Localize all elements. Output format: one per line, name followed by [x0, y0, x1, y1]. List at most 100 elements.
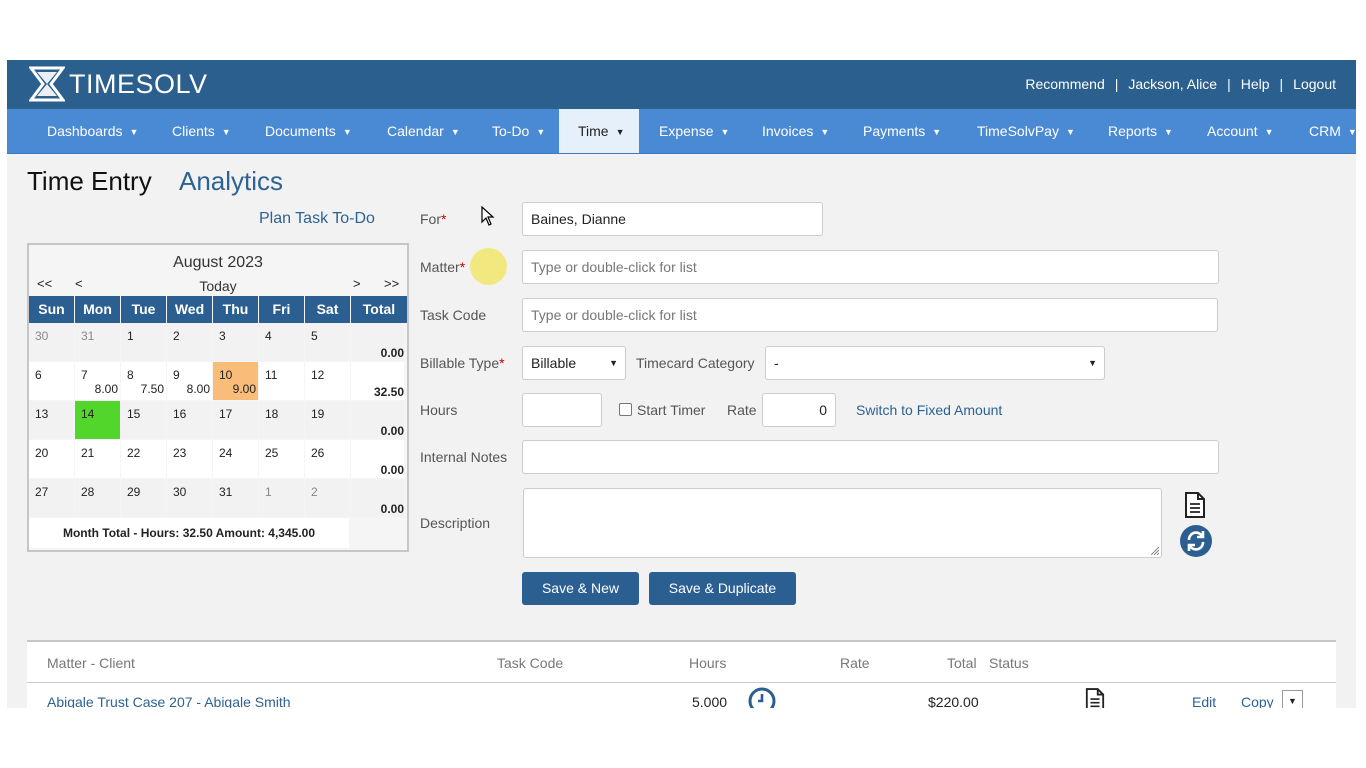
nav-account[interactable]: Account ▼	[1207, 109, 1274, 153]
calendar-day[interactable]: 2	[305, 479, 350, 517]
save-duplicate-button[interactable]: Save & Duplicate	[649, 572, 796, 605]
week-total: 0.00	[351, 440, 404, 478]
timer-clock-icon[interactable]	[747, 686, 777, 708]
task-code-input[interactable]: Type or double-click for list	[522, 298, 1218, 332]
calendar-day[interactable]: 9 8.00	[167, 362, 212, 400]
calendar-day[interactable]: 6	[29, 362, 74, 400]
day-number: 12	[311, 368, 325, 382]
for-input[interactable]: Baines, Dianne	[522, 202, 823, 236]
nav-timesolvpay[interactable]: TimeSolvPay ▼	[977, 109, 1075, 153]
column-header-hours[interactable]: Hours	[689, 655, 726, 671]
refresh-icon[interactable]	[1180, 525, 1212, 557]
row-actions-dropdown[interactable]: ▼	[1282, 690, 1303, 708]
calendar-day[interactable]: 27	[29, 479, 74, 517]
calendar-day[interactable]: 25	[259, 440, 304, 478]
calendar-day[interactable]: 10 9.00	[213, 362, 258, 400]
logo[interactable]: TIMESOLV	[29, 66, 208, 102]
internal-notes-input[interactable]	[522, 440, 1219, 474]
column-header-task-code[interactable]: Task Code	[497, 655, 563, 671]
row-document-icon[interactable]	[1085, 688, 1105, 708]
matter-input[interactable]: Type or double-click for list	[522, 250, 1219, 284]
day-hours: 7.50	[140, 382, 164, 396]
calendar-day[interactable]: 12	[305, 362, 350, 400]
nav-documents[interactable]: Documents ▼	[265, 109, 352, 153]
calendar-day[interactable]: 1	[259, 479, 304, 517]
calendar-day[interactable]: 1	[121, 323, 166, 361]
calendar-day[interactable]: 28	[75, 479, 120, 517]
row-edit-link[interactable]: Edit	[1192, 694, 1216, 708]
tab-analytics[interactable]: Analytics	[179, 166, 283, 197]
calendar-day[interactable]: 7 8.00	[75, 362, 120, 400]
calendar-day[interactable]: 13	[29, 401, 74, 439]
calendar-next-button[interactable]: >	[353, 276, 361, 291]
day-number: 31	[81, 329, 95, 343]
user-name-link[interactable]: Jackson, Alice	[1128, 76, 1217, 92]
document-template-icon[interactable]	[1184, 492, 1206, 518]
hours-input[interactable]	[522, 393, 602, 427]
calendar-day[interactable]: 21	[75, 440, 120, 478]
calendar-day[interactable]: 20	[29, 440, 74, 478]
nav-time[interactable]: Time ▼	[559, 109, 639, 153]
calendar-day[interactable]: 24	[213, 440, 258, 478]
calendar-day[interactable]: 11	[259, 362, 304, 400]
rate-input[interactable]: 0	[762, 393, 836, 427]
calendar-day[interactable]: 30	[167, 479, 212, 517]
column-header-matter-client[interactable]: Matter - Client	[47, 655, 135, 671]
plan-task-todo-link[interactable]: Plan Task To-Do	[259, 210, 375, 228]
calendar-day[interactable]: 2	[167, 323, 212, 361]
calendar-day[interactable]: 22	[121, 440, 166, 478]
logout-link[interactable]: Logout	[1293, 76, 1336, 92]
switch-fixed-amount-link[interactable]: Switch to Fixed Amount	[856, 402, 1002, 418]
nav-crm[interactable]: CRM ▼	[1309, 109, 1356, 153]
nav-dashboards[interactable]: Dashboards ▼	[47, 109, 138, 153]
column-header-status[interactable]: Status	[989, 655, 1029, 671]
nav-expense[interactable]: Expense ▼	[659, 109, 729, 153]
row-copy-link[interactable]: Copy	[1241, 694, 1274, 708]
caret-down-icon: ▼	[1164, 127, 1173, 137]
table-header-divider	[27, 682, 1336, 683]
timecard-category-select[interactable]: - ▼	[765, 346, 1105, 380]
task-code-label: Task Code	[420, 307, 487, 323]
nav-todo[interactable]: To-Do ▼	[492, 109, 545, 153]
calendar-day[interactable]: 19	[305, 401, 350, 439]
nav-payments[interactable]: Payments ▼	[863, 109, 941, 153]
calendar-day[interactable]: 15	[121, 401, 166, 439]
calendar-day[interactable]: 23	[167, 440, 212, 478]
description-textarea[interactable]	[523, 488, 1162, 558]
day-number: 30	[35, 329, 49, 343]
calendar-last-button[interactable]: >>	[384, 276, 399, 291]
row-matter-client-link[interactable]: Abigale Trust Case 207 - Abigale Smith	[47, 694, 291, 708]
timesolv-logo-icon	[29, 66, 65, 102]
nav-clients[interactable]: Clients ▼	[172, 109, 231, 153]
calendar-day[interactable]: 4	[259, 323, 304, 361]
day-number: 31	[219, 485, 233, 499]
calendar-day[interactable]: 18	[259, 401, 304, 439]
caret-down-icon: ▼	[1264, 127, 1274, 137]
save-new-button[interactable]: Save & New	[522, 572, 639, 605]
calendar-day[interactable]: 8 7.50	[121, 362, 166, 400]
calendar-day[interactable]: 26	[305, 440, 350, 478]
billable-type-select[interactable]: Billable ▼	[522, 346, 626, 380]
day-number: 8	[127, 368, 134, 382]
calendar-day[interactable]: 31	[213, 479, 258, 517]
day-number: 16	[173, 407, 187, 421]
column-header-total[interactable]: Total	[947, 655, 977, 671]
nav-reports[interactable]: Reports ▼	[1108, 109, 1173, 153]
calendar-day[interactable]: 14	[75, 401, 120, 439]
calendar-header-wed: Wed	[167, 296, 212, 323]
calendar-day[interactable]: 3	[213, 323, 258, 361]
calendar-day[interactable]: 30	[29, 323, 74, 361]
calendar-day[interactable]: 16	[167, 401, 212, 439]
recommend-link[interactable]: Recommend	[1025, 76, 1104, 92]
start-timer-checkbox[interactable]	[619, 403, 632, 416]
nav-invoices[interactable]: Invoices ▼	[762, 109, 829, 153]
calendar-today-button[interactable]: Today	[29, 278, 407, 294]
nav-calendar[interactable]: Calendar ▼	[387, 109, 460, 153]
calendar-day[interactable]: 17	[213, 401, 258, 439]
separator: |	[1279, 76, 1284, 92]
calendar-day[interactable]: 5	[305, 323, 350, 361]
calendar-day[interactable]: 29	[121, 479, 166, 517]
column-header-rate[interactable]: Rate	[840, 655, 870, 671]
help-link[interactable]: Help	[1241, 76, 1270, 92]
calendar-day[interactable]: 31	[75, 323, 120, 361]
